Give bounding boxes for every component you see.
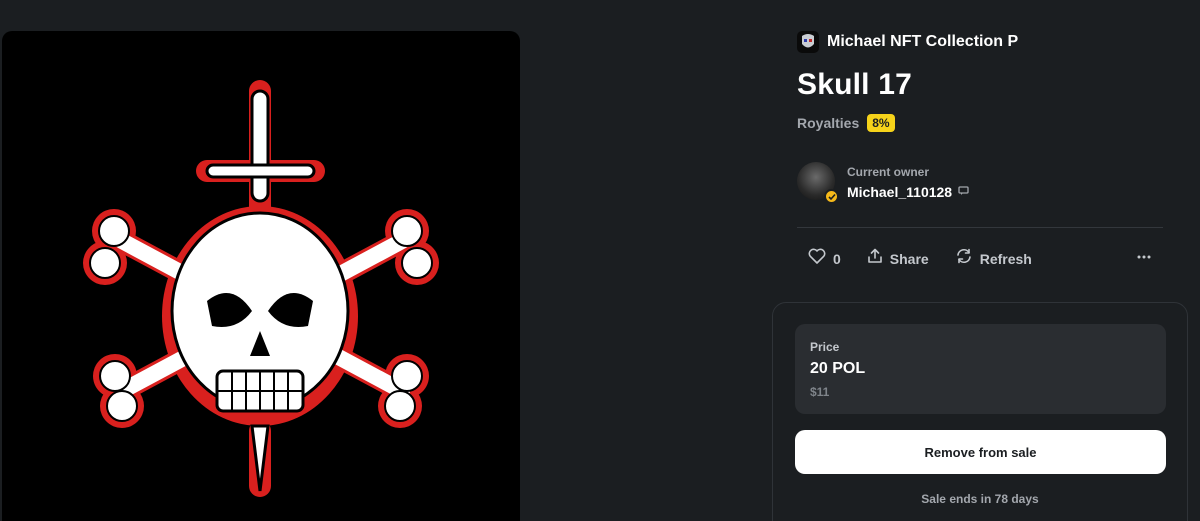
message-icon[interactable] [958,183,969,201]
like-button[interactable]: 0 [808,248,841,269]
collection-link[interactable]: Michael NFT Collection P [797,31,1018,53]
owner-row: Current owner Michael_110128 [797,162,969,204]
more-options-button[interactable] [1137,248,1151,271]
price-box: Price 20 POL $11 [795,324,1166,414]
collection-name: Michael NFT Collection P [827,33,1019,50]
nft-artwork[interactable] [2,31,520,521]
price-value: 20 POL [810,360,866,377]
skull-crossbones-artwork [83,80,439,497]
verified-check-icon [824,189,839,204]
price-usd: $11 [810,385,830,399]
divider [797,227,1163,228]
action-bar: 0 Share Refresh [808,248,1058,269]
share-label: Share [889,250,929,267]
royalties-badge: 8% [867,114,895,132]
remove-from-sale-button[interactable]: Remove from sale [795,430,1166,474]
more-dots-icon [1137,253,1151,270]
sale-ends-text: Sale ends in 78 days [921,492,1039,506]
heart-icon [808,248,826,269]
refresh-icon [955,248,973,269]
price-label: Price [810,340,840,354]
skull-mask-icon [797,31,819,53]
owner-label: Current owner [847,165,930,179]
share-icon [867,248,883,269]
sale-card: Price 20 POL $11 Remove from sale Sale e… [772,302,1188,521]
like-count: 0 [833,250,841,267]
share-button[interactable]: Share [867,248,929,269]
royalties-label: Royalties [797,115,860,131]
royalties-row: Royalties 8% [797,114,895,132]
refresh-button[interactable]: Refresh [955,248,1032,269]
owner-avatar[interactable] [797,162,839,204]
item-title: Skull 17 [797,68,912,101]
owner-name-link[interactable]: Michael_110128 [847,184,952,200]
refresh-label: Refresh [979,250,1032,267]
